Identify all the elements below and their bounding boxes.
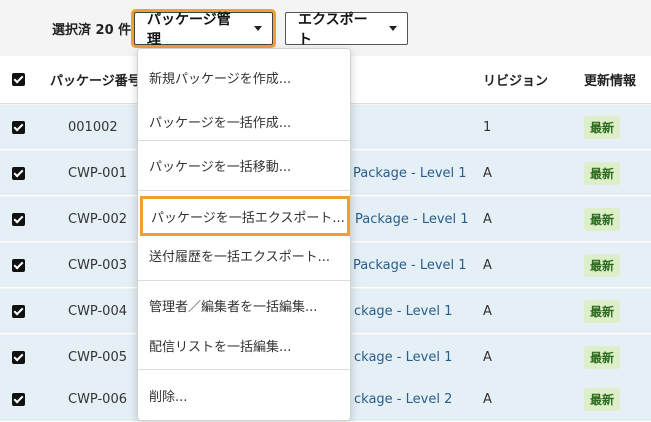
- row-revision: A: [483, 165, 492, 181]
- header-package-number[interactable]: パッケージ番号: [50, 56, 141, 103]
- package-management-menu: 新規パッケージを作成... パッケージを一括作成... パッケージを一括移動..…: [137, 48, 351, 421]
- caret-down-icon: [254, 26, 262, 31]
- header-update-info[interactable]: 更新情報: [584, 56, 636, 103]
- row-number: CWP-006: [68, 391, 127, 407]
- menu-divider: [138, 280, 350, 281]
- status-badge: 最新: [584, 161, 621, 185]
- row-number: 001002: [68, 119, 118, 135]
- status-badge: 最新: [584, 207, 621, 231]
- row-name[interactable]: ckage - Level 2: [354, 392, 452, 407]
- row-revision: A: [483, 303, 492, 319]
- row-number: CWP-004: [68, 303, 127, 319]
- selected-count: 選択済 20 件: [52, 23, 132, 38]
- menu-item-bulk-export[interactable]: パッケージを一括エクスポート...: [140, 196, 350, 236]
- checkbox-checked-icon: [12, 304, 25, 318]
- row-name[interactable]: Package - Level 1: [353, 258, 467, 273]
- row-revision: A: [483, 349, 492, 365]
- status-badge: 最新: [584, 387, 621, 411]
- row-revision: A: [483, 391, 492, 407]
- package-management-button[interactable]: パッケージ管理: [134, 12, 273, 48]
- checkbox-checked-icon: [12, 73, 25, 86]
- row-revision: A: [483, 211, 492, 227]
- status-badge: 最新: [584, 345, 621, 369]
- row-number: CWP-003: [68, 257, 127, 273]
- row-checkbox[interactable]: [12, 105, 25, 149]
- menu-divider: [138, 369, 350, 370]
- row-name[interactable]: ckage - Level 1: [354, 304, 452, 319]
- row-name[interactable]: Package - Level 1: [353, 166, 467, 181]
- row-checkbox[interactable]: [12, 335, 25, 379]
- row-checkbox[interactable]: [12, 197, 25, 241]
- row-revision: A: [483, 257, 492, 273]
- row-number: CWP-005: [68, 349, 127, 365]
- checkbox-checked-icon: [12, 166, 25, 180]
- checkbox-checked-icon: [12, 120, 25, 134]
- checkbox-checked-icon: [12, 350, 25, 364]
- row-name[interactable]: Package - Level 1: [355, 212, 469, 227]
- menu-item-bulk-edit-managers[interactable]: 管理者／編集者を一括編集...: [138, 283, 350, 327]
- status-badge: 最新: [584, 253, 621, 277]
- row-checkbox[interactable]: [12, 377, 25, 421]
- menu-item-export-history[interactable]: 送付履歴を一括エクスポート...: [138, 233, 350, 277]
- export-button[interactable]: エクスポート: [285, 12, 408, 48]
- menu-item-bulk-edit-distribution[interactable]: 配信リストを一括編集...: [138, 323, 350, 367]
- package-management-label: パッケージ管理: [147, 11, 231, 48]
- row-number: CWP-002: [68, 211, 127, 227]
- row-checkbox[interactable]: [12, 289, 25, 333]
- menu-item-bulk-create[interactable]: パッケージを一括作成...: [138, 99, 350, 143]
- status-badge: 最新: [584, 115, 621, 139]
- checkbox-checked-icon: [12, 212, 25, 226]
- row-number: CWP-001: [68, 165, 127, 181]
- menu-divider: [138, 140, 350, 141]
- export-label: エクスポート: [298, 11, 368, 48]
- row-revision: 1: [483, 119, 492, 135]
- caret-down-icon: [389, 26, 397, 31]
- menu-divider: [138, 190, 350, 191]
- status-badge: 最新: [584, 299, 621, 323]
- row-checkbox[interactable]: [12, 243, 25, 287]
- checkbox-checked-icon: [12, 392, 25, 406]
- row-name[interactable]: ckage - Level 1: [354, 350, 452, 365]
- checkbox-checked-icon: [12, 258, 25, 272]
- row-checkbox[interactable]: [12, 151, 25, 195]
- menu-item-create-package[interactable]: 新規パッケージを作成...: [138, 55, 350, 99]
- header-revision[interactable]: リビジョン: [483, 56, 548, 103]
- menu-item-bulk-move[interactable]: パッケージを一括移動...: [138, 143, 350, 187]
- menu-item-delete[interactable]: 削除...: [138, 373, 350, 417]
- select-all-checkbox[interactable]: [12, 56, 25, 103]
